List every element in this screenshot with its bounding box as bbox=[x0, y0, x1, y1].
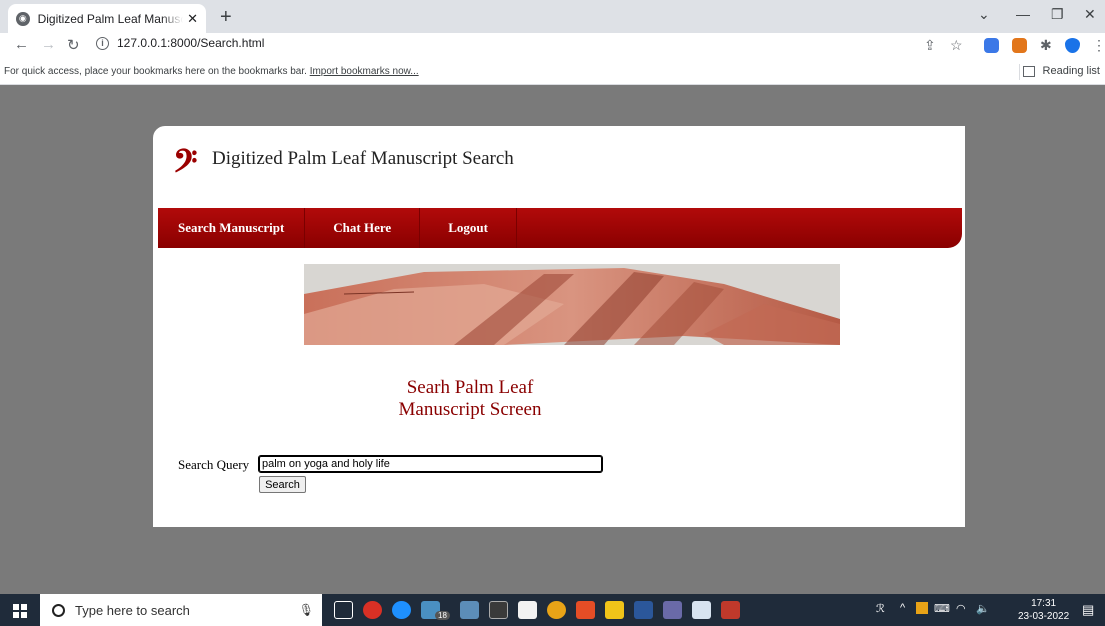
app-icon-blue[interactable] bbox=[460, 601, 479, 619]
app-icon-orange[interactable] bbox=[576, 601, 595, 619]
notification-badge: 18 bbox=[435, 611, 450, 620]
terminal-icon[interactable] bbox=[489, 601, 508, 619]
share-icon[interactable]: ⇪ bbox=[924, 37, 936, 54]
forward-icon[interactable]: → bbox=[41, 36, 56, 53]
app-icon-dark-red[interactable] bbox=[721, 601, 740, 619]
bookmarks-hint: For quick access, place your bookmarks h… bbox=[4, 66, 307, 77]
taskbar-clock[interactable]: 17:31 23-03-2022 bbox=[1018, 597, 1069, 623]
microphone-icon[interactable]: 🎙 bbox=[299, 603, 314, 617]
windows-taskbar: Type here to search 🎙 18 ℛ ^ ⌨ ◠ 🔈 17:31… bbox=[0, 594, 1105, 626]
store-icon[interactable] bbox=[518, 601, 537, 619]
bass-clef-logo-icon: 𝄢 bbox=[173, 142, 198, 187]
cortana-icon bbox=[52, 603, 65, 617]
metamask-extension-icon[interactable] bbox=[1012, 38, 1027, 53]
language-icon[interactable]: ⌨ bbox=[934, 602, 950, 615]
tab-close-icon[interactable]: ✕ bbox=[187, 11, 198, 27]
people-icon[interactable]: ℛ bbox=[876, 602, 885, 615]
app-icon-red[interactable] bbox=[363, 601, 382, 619]
taskbar-search-box[interactable]: Type here to search 🎙 bbox=[40, 594, 322, 626]
word-icon[interactable] bbox=[634, 601, 653, 619]
window-close-icon[interactable]: ✕ bbox=[1084, 6, 1096, 23]
extensions-puzzle-icon[interactable]: ✱ bbox=[1040, 37, 1052, 54]
chrome-icon[interactable] bbox=[547, 601, 566, 619]
shield-extension-icon[interactable] bbox=[1065, 38, 1080, 53]
nav-search-manuscript[interactable]: Search Manuscript bbox=[158, 208, 306, 248]
search-query-input[interactable] bbox=[258, 455, 603, 473]
bookmarks-bar: For quick access, place your bookmarks h… bbox=[0, 59, 1105, 85]
wifi-icon[interactable]: ◠ bbox=[956, 602, 966, 615]
bookmark-star-icon[interactable]: ☆ bbox=[950, 37, 963, 54]
browser-tab[interactable]: ◉ Digitized Palm Leaf Manuscript S ✕ bbox=[8, 4, 206, 33]
nav-logout[interactable]: Logout bbox=[420, 208, 517, 248]
tab-strip: ◉ Digitized Palm Leaf Manuscript S ✕ + ⌄… bbox=[0, 0, 1105, 33]
internet-explorer-icon[interactable] bbox=[392, 601, 411, 619]
tray-app-icon[interactable] bbox=[916, 602, 928, 614]
site-info-icon[interactable]: i bbox=[96, 36, 109, 50]
reading-list-icon bbox=[1022, 65, 1035, 77]
adblock-extension-icon[interactable] bbox=[984, 38, 999, 53]
screen-heading: Searh Palm Leaf Manuscript Screen bbox=[340, 377, 600, 421]
volume-icon[interactable]: 🔈 bbox=[976, 602, 990, 615]
tray-chevron-icon[interactable]: ^ bbox=[900, 602, 905, 614]
reading-list-label: Reading list bbox=[1042, 65, 1100, 77]
file-explorer-icon[interactable] bbox=[605, 601, 624, 619]
notepad-icon[interactable] bbox=[692, 601, 711, 619]
notification-center-icon[interactable]: ▤ bbox=[1082, 602, 1094, 618]
heading-line-2: Manuscript Screen bbox=[398, 398, 542, 420]
new-tab-button[interactable]: + bbox=[220, 6, 232, 29]
tab-title: Digitized Palm Leaf Manuscript S bbox=[37, 11, 184, 26]
reading-list-button[interactable]: Reading list bbox=[1022, 65, 1100, 77]
reload-icon[interactable]: ↻ bbox=[67, 36, 80, 54]
python-icon[interactable] bbox=[663, 601, 682, 619]
import-bookmarks-link[interactable]: Import bookmarks now... bbox=[310, 66, 419, 77]
search-button[interactable]: Search bbox=[259, 476, 306, 493]
nav-chat-here[interactable]: Chat Here bbox=[305, 208, 421, 248]
clock-date: 23-03-2022 bbox=[1018, 611, 1070, 622]
windows-start-icon[interactable] bbox=[13, 604, 27, 618]
palm-leaf-banner-image bbox=[304, 264, 840, 345]
clock-time: 17:31 bbox=[1031, 598, 1057, 609]
globe-icon: ◉ bbox=[16, 11, 30, 26]
restore-icon[interactable]: ❐ bbox=[1051, 6, 1064, 23]
main-nav: Search Manuscript Chat Here Logout bbox=[158, 208, 962, 248]
heading-line-1: Searh Palm Leaf bbox=[406, 377, 534, 398]
url-text[interactable]: 127.0.0.1:8000/Search.html bbox=[117, 36, 264, 50]
address-bar[interactable]: i 127.0.0.1:8000/Search.html bbox=[96, 36, 264, 50]
browser-toolbar: ← → ↻ i 127.0.0.1:8000/Search.html ⇪ ☆ ✱… bbox=[0, 33, 1105, 59]
tab-search-icon[interactable]: ⌄ bbox=[978, 6, 990, 23]
search-query-label: Search Query bbox=[178, 457, 250, 472]
bookmarks-divider bbox=[1019, 64, 1020, 80]
task-view-icon[interactable] bbox=[334, 601, 353, 619]
back-icon[interactable]: ← bbox=[14, 36, 29, 53]
minimize-icon[interactable]: — bbox=[1016, 6, 1030, 22]
taskbar-search-placeholder: Type here to search bbox=[75, 602, 190, 618]
menu-kebab-icon[interactable]: ⋮ bbox=[1092, 37, 1105, 54]
site-title: Digitized Palm Leaf Manuscript Search bbox=[212, 148, 514, 169]
